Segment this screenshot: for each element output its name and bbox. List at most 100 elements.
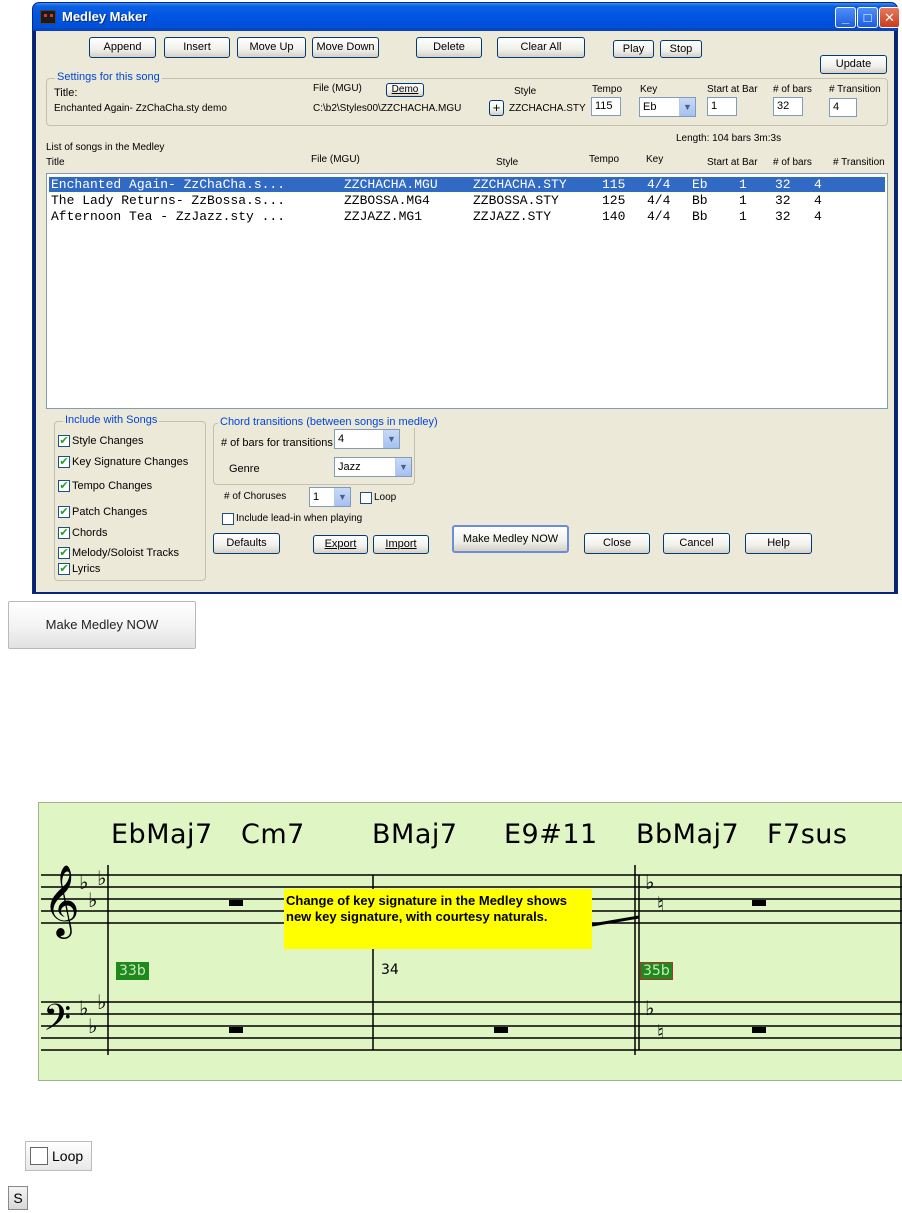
genre-select[interactable]: Jazz ▼ (334, 457, 412, 477)
update-button[interactable]: Update (820, 55, 887, 74)
close-button[interactable]: Close (584, 533, 650, 554)
title-bar[interactable]: Medley Maker _ □ ✕ (33, 3, 900, 31)
loop-checkbox-zoom[interactable]: Loop (25, 1141, 92, 1171)
chevron-down-icon[interactable]: ▼ (395, 458, 411, 476)
row-tempo: 140 (602, 209, 626, 224)
list-item[interactable]: Enchanted Again- ZzChaCha.s... ZZCHACHA.… (48, 176, 886, 193)
num-bars-label: # of bars (773, 84, 812, 95)
import-button[interactable]: Import (373, 535, 429, 554)
svg-text:♭: ♭ (645, 996, 654, 1020)
key-signature-changes-label: Key Signature Changes (72, 456, 189, 468)
lyrics-checkbox[interactable]: ✔ (58, 563, 70, 575)
stop-button[interactable]: Stop (660, 40, 702, 58)
key-select-value: Eb (643, 101, 657, 113)
svg-text:♭: ♭ (97, 990, 106, 1014)
row-meter: 4/4 (647, 177, 671, 192)
key-select[interactable]: Eb ▼ (639, 97, 696, 117)
list-item[interactable]: The Lady Returns- ZzBossa.s... ZZBOSSA.M… (49, 193, 885, 208)
row-style: ZZCHACHA.STY (473, 177, 567, 192)
genre-label: Genre (229, 463, 260, 475)
medley-maker-window: Medley Maker _ □ ✕ Append Insert Move Up… (32, 2, 900, 594)
choruses-select[interactable]: 1 ▼ (309, 487, 351, 507)
s-key-button[interactable]: S (8, 1186, 28, 1210)
row-style: ZZJAZZ.STY (473, 209, 552, 224)
delete-button[interactable]: Delete (416, 37, 482, 58)
chevron-down-icon[interactable]: ▼ (383, 430, 399, 448)
minimize-button[interactable]: _ (835, 7, 856, 28)
clear-all-button[interactable]: Clear All (497, 37, 585, 58)
insert-button[interactable]: Insert (164, 37, 230, 58)
append-button[interactable]: Append (89, 37, 156, 58)
demo-button[interactable]: Demo (386, 83, 424, 97)
key-signature-flats-icon: ♭♭♭ ♭♭♭ (79, 866, 106, 1038)
include-leadin-checkbox[interactable] (222, 513, 234, 525)
row-start: 1 (739, 193, 747, 208)
row-meter: 4/4 (647, 193, 671, 208)
column-header-key[interactable]: Key (646, 154, 663, 165)
row-start: 1 (739, 209, 747, 224)
num-bars-input[interactable]: 32 (773, 97, 803, 116)
column-header-file[interactable]: File (MGU) (311, 154, 360, 165)
patch-changes-label: Patch Changes (72, 506, 148, 518)
defaults-button[interactable]: Defaults (213, 533, 280, 554)
loop-zoom-label: Loop (52, 1148, 84, 1164)
move-down-button[interactable]: Move Down (312, 37, 379, 58)
key-signature-changes-checkbox[interactable]: ✔ (58, 456, 70, 468)
column-header-tempo[interactable]: Tempo (589, 154, 619, 165)
row-meter: 4/4 (647, 209, 671, 224)
row-title: The Lady Returns- ZzBossa.s... (51, 193, 286, 208)
bar-number: 34 (381, 962, 399, 978)
chevron-down-icon[interactable]: ▼ (679, 98, 695, 116)
row-transition: 4 (814, 193, 822, 208)
cancel-button[interactable]: Cancel (663, 533, 730, 554)
style-changes-label: Style Changes (72, 435, 144, 447)
melody-soloist-checkbox[interactable]: ✔ (58, 547, 70, 559)
tempo-label: Tempo (592, 84, 623, 95)
row-title: Afternoon Tea - ZzJazz.sty ... (51, 209, 286, 224)
maximize-button[interactable]: □ (857, 7, 878, 28)
tempo-changes-checkbox[interactable]: ✔ (58, 480, 70, 492)
tempo-changes-label: Tempo Changes (72, 480, 153, 492)
loop-checkbox-box[interactable] (30, 1147, 48, 1165)
transition-input[interactable]: 4 (829, 98, 857, 117)
style-changes-checkbox[interactable]: ✔ (58, 435, 70, 447)
chevron-down-icon[interactable]: ▼ (334, 488, 350, 506)
app-icon (40, 10, 56, 24)
column-header-transition[interactable]: # Transition (833, 157, 885, 168)
row-file: ZZCHACHA.MGU (344, 177, 438, 192)
column-header-title[interactable]: Title (46, 157, 65, 168)
make-medley-button[interactable]: Make Medley NOW (452, 525, 569, 553)
melody-soloist-label: Melody/Soloist Tracks (72, 547, 179, 559)
key-change-callout: Change of key signature in the Medley sh… (284, 889, 592, 949)
transition-bars-select[interactable]: 4 ▼ (334, 429, 400, 449)
close-window-button[interactable]: ✕ (879, 7, 900, 28)
browse-style-button[interactable]: + (489, 100, 504, 116)
style-label: Style (514, 86, 537, 97)
row-key: Bb (692, 193, 708, 208)
transition-bars-value: 4 (338, 433, 345, 445)
column-header-style[interactable]: Style (496, 157, 518, 168)
patch-changes-checkbox[interactable]: ✔ (58, 506, 70, 518)
make-medley-button-zoom[interactable]: Make Medley NOW (8, 601, 196, 649)
row-bars: 32 (775, 177, 791, 192)
play-button[interactable]: Play (613, 40, 654, 58)
chords-label: Chords (72, 527, 108, 539)
transition-label: # Transition (829, 84, 881, 95)
help-button[interactable]: Help (745, 533, 812, 554)
bass-staff (41, 1001, 902, 1051)
move-up-button[interactable]: Move Up (237, 37, 306, 58)
courtesy-naturals-icon: ♭♮ ♭♮ (645, 870, 664, 1044)
export-button[interactable]: Export (313, 535, 368, 554)
column-header-start[interactable]: Start at Bar (707, 157, 758, 168)
svg-text:♭: ♭ (645, 870, 654, 894)
medley-song-list[interactable]: Enchanted Again- ZzChaCha.s... ZZCHACHA.… (46, 173, 888, 409)
callout-pointer (591, 915, 640, 927)
column-header-bars[interactable]: # of bars (773, 157, 812, 168)
start-bar-input[interactable]: 1 (707, 97, 737, 116)
chords-checkbox[interactable]: ✔ (58, 527, 70, 539)
loop-checkbox[interactable] (360, 492, 372, 504)
list-item[interactable]: Afternoon Tea - ZzJazz.sty ... ZZJAZZ.MG… (49, 209, 885, 224)
tempo-input[interactable]: 115 (591, 97, 621, 116)
row-style: ZZBOSSA.STY (473, 193, 559, 208)
include-leadin-label: Include lead-in when playing (236, 513, 363, 524)
